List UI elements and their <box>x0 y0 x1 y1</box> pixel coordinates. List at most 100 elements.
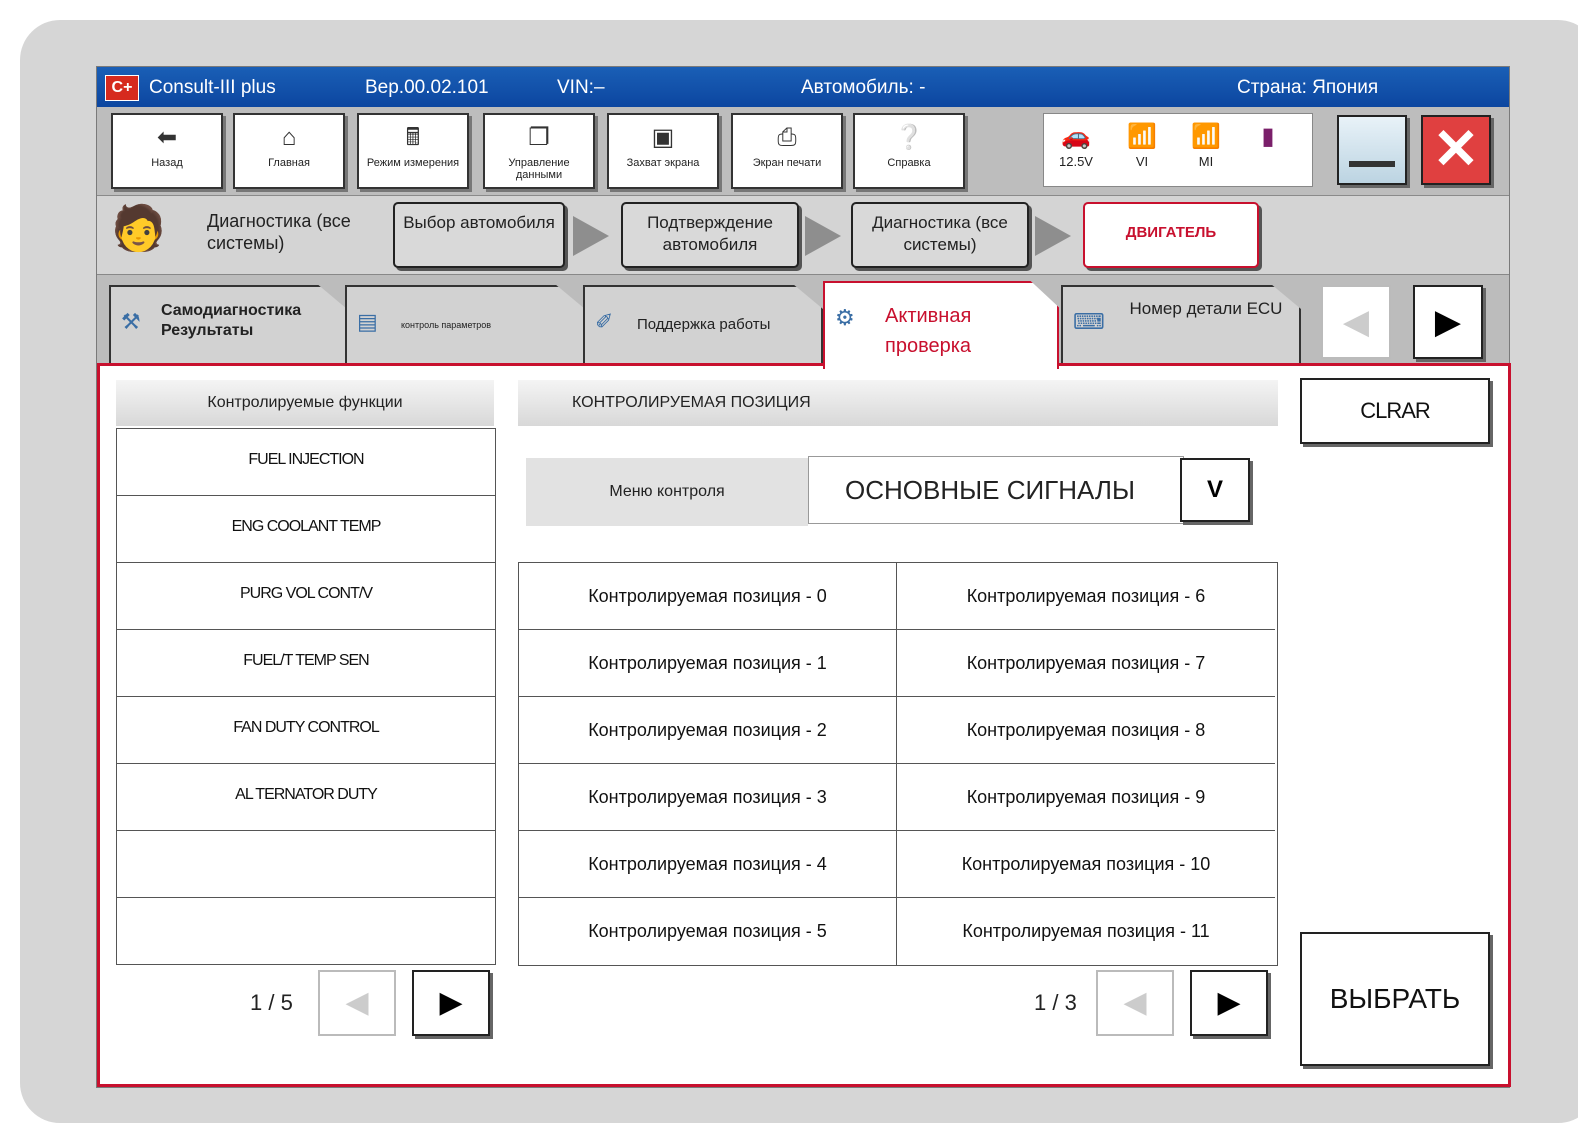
tab-row: ⚒ Самодиагностика Результаты ▤ контроль … <box>97 275 1509 369</box>
clear-button[interactable]: CLRAR <box>1300 378 1490 444</box>
tab-ecu-part-number-label: Номер детали ECU <box>1129 299 1283 318</box>
help-icon: ❔ <box>894 124 924 151</box>
function-item[interactable]: AL TERNATOR DUTY <box>117 764 495 831</box>
screen-capture-button[interactable]: ▣ Захват экрана <box>607 113 719 189</box>
app-version: Вер.00.02.101 <box>365 77 489 98</box>
back-button[interactable]: ⬅ Назад <box>111 113 223 189</box>
chevron-right-icon: ▶ <box>439 986 463 1019</box>
data-management-button[interactable]: ❐ Управление данными <box>483 113 595 189</box>
battery-icon: ▮ <box>1261 123 1275 150</box>
work-support-icon: ✐ <box>595 309 614 334</box>
print-screen-button[interactable]: ⎙ Экран печати <box>731 113 843 189</box>
select-button[interactable]: ВЫБРАТЬ <box>1300 932 1490 1066</box>
tab-active-test[interactable]: ⚙ Активная проверка <box>823 281 1059 369</box>
close-button[interactable]: ✕ <box>1421 115 1491 185</box>
home-button-label: Главная <box>268 157 310 169</box>
monitor-menu-label: Меню контроля <box>526 458 808 526</box>
position-cell[interactable]: Контролируемая позиция - 4 <box>519 831 897 898</box>
position-cell[interactable]: Контролируемая позиция - 2 <box>519 697 897 764</box>
crumb-diagnosis-all[interactable]: Диагностика (все системы) <box>851 202 1029 268</box>
monitor-menu-select[interactable]: ОСНОВНЫЕ СИГНАЛЫ <box>808 456 1184 524</box>
tab-data-monitor[interactable]: ▤ контроль параметров <box>345 285 585 365</box>
battery-voltage: 12.5V <box>1059 154 1093 169</box>
battery-status: 🚗 12.5V <box>1048 120 1104 169</box>
position-cell[interactable]: Контролируемая позиция - 7 <box>897 630 1275 697</box>
status-panel: 🚗 12.5V 📶 VI 📶 MI ▮ <box>1043 113 1313 187</box>
tab-work-support[interactable]: ✐ Поддержка работы <box>583 285 823 365</box>
chevron-left-icon: ◀ <box>1123 986 1147 1019</box>
tab-ecu-part-number[interactable]: ⌨ Номер детали ECU <box>1061 285 1301 365</box>
function-item[interactable] <box>117 898 495 964</box>
data-management-icon: ❐ <box>528 124 550 151</box>
positions-page-indicator: 1 / 3 <box>1034 990 1077 1015</box>
position-cell[interactable]: Контролируемая позиция - 6 <box>897 563 1275 630</box>
crumb-engine[interactable]: ДВИГАТЕЛЬ <box>1083 202 1259 268</box>
measure-mode-button[interactable]: 🖩 Режим измерения <box>357 113 469 189</box>
crumb-arrow-icon <box>1035 216 1071 256</box>
chevron-left-icon: ◀ <box>345 986 369 1019</box>
crumb-vehicle-selection[interactable]: Выбор автомобиля <box>393 202 565 268</box>
close-icon: ✕ <box>1432 117 1480 180</box>
ecu-icon: ⌨ <box>1073 309 1105 334</box>
position-cell[interactable]: Контролируемая позиция - 10 <box>897 831 1275 898</box>
toolbar: ⬅ Назад ⌂ Главная 🖩 Режим измерения ❐ Уп… <box>97 107 1509 196</box>
active-test-icon: ⚙ <box>835 305 855 330</box>
function-item[interactable] <box>117 831 495 898</box>
position-cell[interactable]: Контролируемая позиция - 9 <box>897 764 1275 831</box>
position-cell[interactable]: Контролируемая позиция - 11 <box>897 898 1275 965</box>
tab-data-monitor-label: контроль параметров <box>401 320 492 330</box>
positions-prev-button[interactable]: ◀ <box>1096 970 1174 1036</box>
back-button-label: Назад <box>151 157 183 169</box>
position-cell[interactable]: Контролируемая позиция - 8 <box>897 697 1275 764</box>
mi-signal-icon: 📶 <box>1191 123 1221 150</box>
tab-prev-button[interactable]: ◀ <box>1321 285 1391 359</box>
crumb-arrow-icon <box>805 216 841 256</box>
position-cell[interactable]: Контролируемая позиция - 1 <box>519 630 897 697</box>
minimize-icon <box>1349 161 1395 167</box>
home-icon: ⌂ <box>281 124 297 151</box>
title-bar: C+ Consult-III plus Вер.00.02.101 VIN:– … <box>97 67 1509 107</box>
positions-next-button[interactable]: ▶ <box>1190 970 1268 1036</box>
tab-next-button[interactable]: ▶ <box>1413 285 1483 359</box>
battery-indicator: ▮ <box>1240 120 1296 154</box>
functions-prev-button[interactable]: ◀ <box>318 970 396 1036</box>
tab-self-diagnosis-label: Самодиагностика Результаты <box>161 302 302 339</box>
functions-header: Контролируемые функции <box>116 380 494 426</box>
print-screen-label: Экран печати <box>752 157 822 169</box>
position-cell[interactable]: Контролируемая позиция - 0 <box>519 563 897 630</box>
back-arrow-icon: ⬅ <box>156 124 178 151</box>
screen-capture-label: Захват экрана <box>626 157 700 169</box>
function-item[interactable]: PURG VOL CONT/V <box>117 563 495 630</box>
app-window: C+ Consult-III plus Вер.00.02.101 VIN:– … <box>96 66 1511 1088</box>
breadcrumb-title: Диагностика (все системы) <box>207 211 351 253</box>
positions-header: КОНТРОЛИРУЕМАЯ ПОЗИЦИЯ <box>518 380 1278 426</box>
help-button[interactable]: ❔ Справка <box>853 113 965 189</box>
tab-self-diagnosis[interactable]: ⚒ Самодиагностика Результаты <box>109 285 347 365</box>
crumb-vehicle-confirmation[interactable]: Подтверждение автомобиля <box>621 202 799 268</box>
crumb-arrow-icon <box>573 216 609 256</box>
monitor-icon: ▤ <box>357 309 378 334</box>
measure-icon: 🖩 <box>405 124 421 151</box>
app-logo: C+ <box>105 75 139 101</box>
help-button-label: Справка <box>887 157 931 169</box>
position-cell[interactable]: Контролируемая позиция - 5 <box>519 898 897 965</box>
tab-work-support-label: Поддержка работы <box>637 316 771 333</box>
positions-grid: Контролируемая позиция - 0 Контролируема… <box>518 562 1278 966</box>
active-test-panel: Контролируемые функции FUEL INJECTION EN… <box>97 363 1511 1087</box>
functions-next-button[interactable]: ▶ <box>412 970 490 1036</box>
minimize-button[interactable] <box>1337 115 1407 185</box>
functions-page-indicator: 1 / 5 <box>250 990 293 1015</box>
chevron-right-icon: ▶ <box>1217 986 1241 1019</box>
tab-active-test-label: Активная проверка <box>885 305 972 357</box>
home-button[interactable]: ⌂ Главная <box>233 113 345 189</box>
monitor-menu-dropdown[interactable]: V <box>1180 458 1250 522</box>
function-item[interactable]: FUEL/T TEMP SEN <box>117 630 495 697</box>
car-icon: 🚗 <box>1061 123 1091 150</box>
measure-mode-label: Режим измерения <box>366 157 460 169</box>
vehicle-label: Автомобиль: - <box>801 77 926 98</box>
function-item[interactable]: FUEL INJECTION <box>117 429 495 496</box>
chevron-left-icon: ◀ <box>1342 303 1370 341</box>
position-cell[interactable]: Контролируемая позиция - 3 <box>519 764 897 831</box>
function-item[interactable]: ENG COOLANT TEMP <box>117 496 495 563</box>
function-item[interactable]: FAN DUTY CONTROL <box>117 697 495 764</box>
